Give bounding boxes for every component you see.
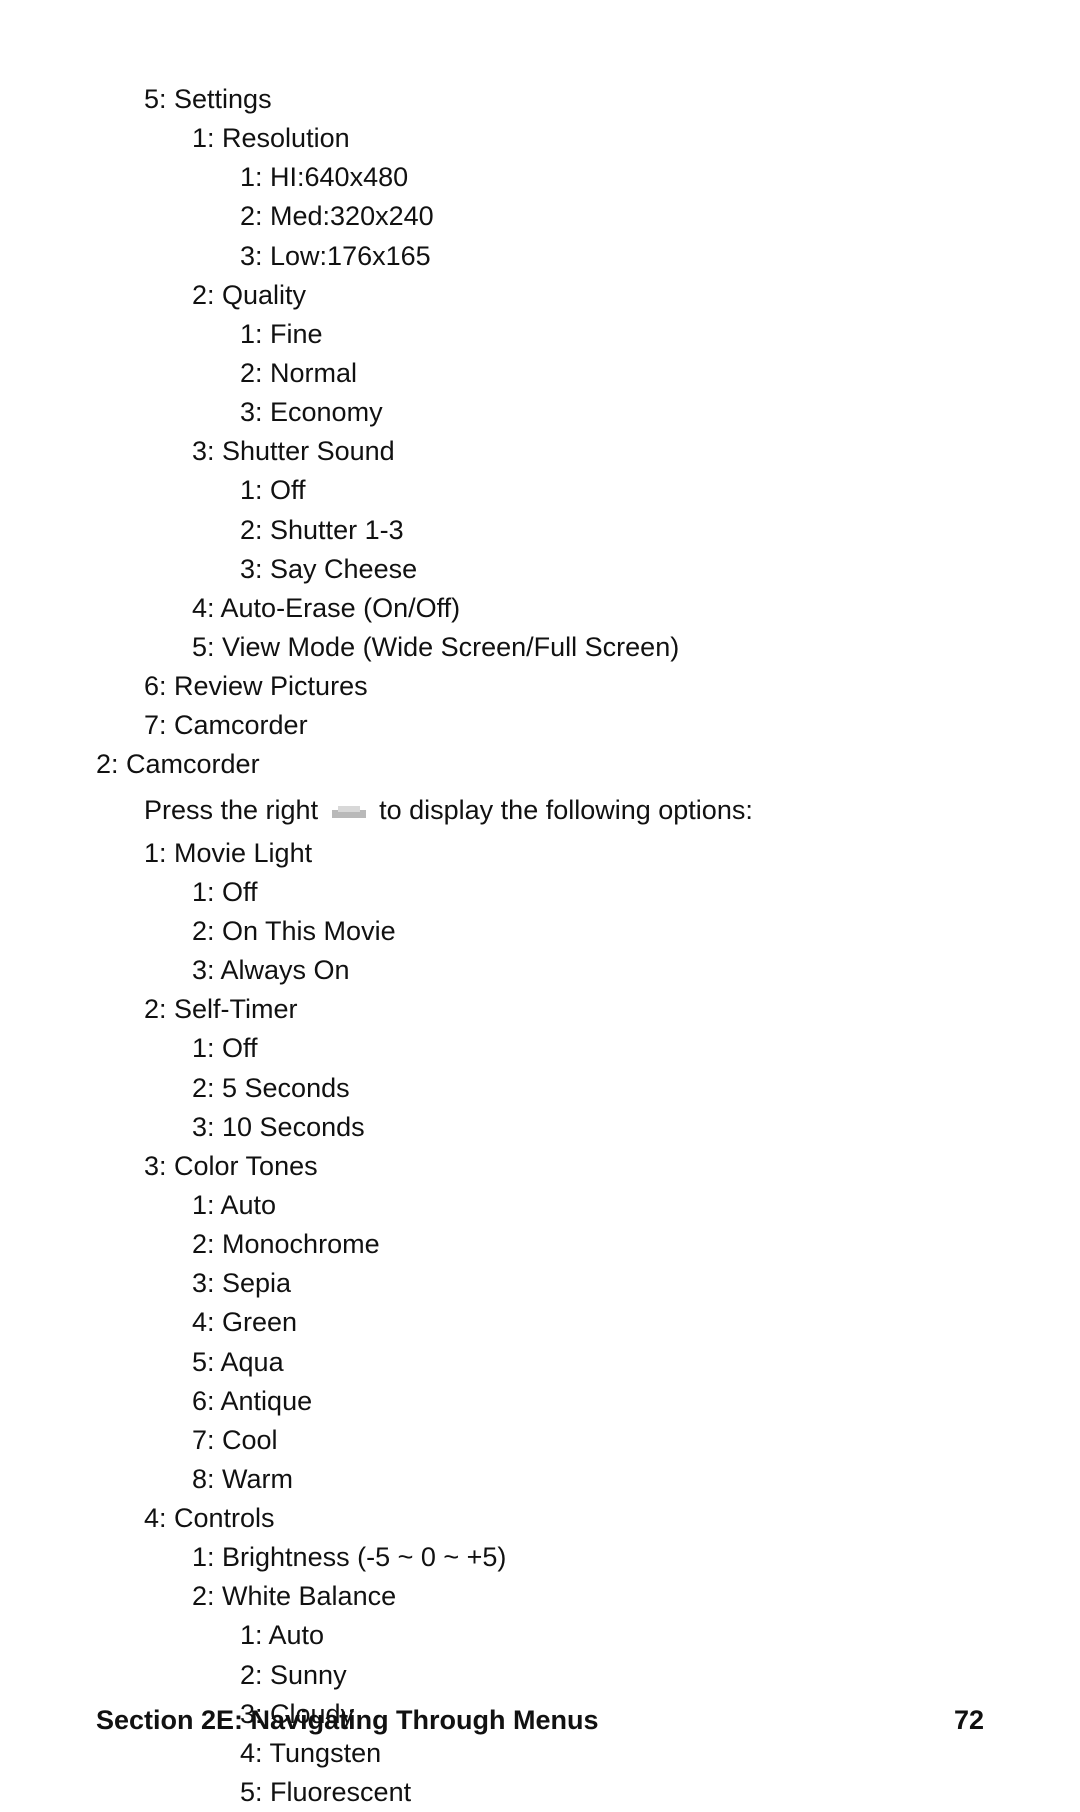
list-item: 3: 10 Seconds [192, 1108, 984, 1147]
list-item: 2: Sunny [240, 1656, 984, 1695]
list-item: 2: 5 Seconds [192, 1069, 984, 1108]
list-item: 2: Med:320x240 [240, 197, 984, 236]
list-item: 2: Monochrome [192, 1225, 984, 1264]
footer-section-title: Section 2E: Navigating Through Menus [96, 1701, 599, 1740]
list-item: 1: Off [192, 873, 984, 912]
list-item: 4: Green [192, 1303, 984, 1342]
list-item: 1: Auto [192, 1186, 984, 1225]
list-item: 5: Fluorescent [240, 1773, 984, 1812]
footer-page-number: 72 [954, 1701, 984, 1740]
list-item: 5: Aqua [192, 1343, 984, 1382]
list-item: 1: Fine [240, 315, 984, 354]
menu-brightness: 1: Brightness (-5 ~ 0 ~ +5) [192, 1538, 984, 1577]
instruction-text-post: to display the following options: [379, 795, 753, 825]
menu-color-tones: 3: Color Tones [144, 1147, 984, 1186]
list-item: 3: Economy [240, 393, 984, 432]
document-page: 5: Settings 1: Resolution 1: HI:640x480 … [0, 0, 1080, 1800]
list-item: 3: Low:176x165 [240, 237, 984, 276]
list-item: 8: Warm [192, 1460, 984, 1499]
menu-auto-erase: 4: Auto-Erase (On/Off) [192, 589, 984, 628]
menu-controls: 4: Controls [144, 1499, 984, 1538]
list-item: 1: HI:640x480 [240, 158, 984, 197]
list-item: 7: Cool [192, 1421, 984, 1460]
instruction-paragraph: Press the right to display the following… [144, 791, 984, 830]
list-item: 2: Normal [240, 354, 984, 393]
menu-white-balance: 2: White Balance [192, 1577, 984, 1616]
menu-quality: 2: Quality [192, 276, 984, 315]
list-item: 2: On This Movie [192, 912, 984, 951]
menu-view-mode: 5: View Mode (Wide Screen/Full Screen) [192, 628, 984, 667]
menu-review-pictures: 6: Review Pictures [144, 667, 984, 706]
menu-settings: 5: Settings [144, 80, 984, 119]
list-item: 1: Off [192, 1029, 984, 1068]
menu-self-timer: 2: Self-Timer [144, 990, 984, 1029]
page-footer: Section 2E: Navigating Through Menus 72 [96, 1701, 984, 1740]
list-item: 3: Sepia [192, 1264, 984, 1303]
list-item: 1: Auto [240, 1616, 984, 1655]
instruction-text-pre: Press the right [144, 795, 318, 825]
menu-shutter-sound: 3: Shutter Sound [192, 432, 984, 471]
list-item: 6: Antique [192, 1382, 984, 1421]
softkey-icon [332, 804, 366, 818]
list-item: 2: Shutter 1-3 [240, 511, 984, 550]
menu-movie-light: 1: Movie Light [144, 834, 984, 873]
menu-camcorder-header: 2: Camcorder [96, 745, 984, 784]
list-item: 3: Always On [192, 951, 984, 990]
menu-camcorder: 7: Camcorder [144, 706, 984, 745]
list-item: 1: Off [240, 471, 984, 510]
menu-resolution: 1: Resolution [192, 119, 984, 158]
list-item: 3: Say Cheese [240, 550, 984, 589]
